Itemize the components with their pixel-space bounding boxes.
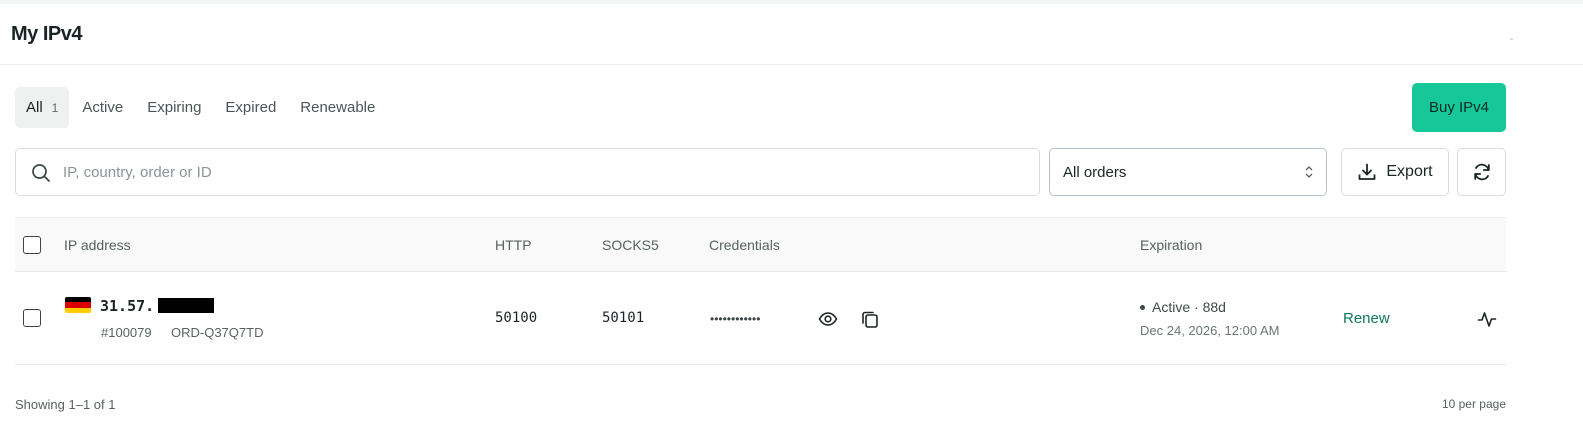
germany-flag-icon (65, 297, 91, 313)
pagination-summary: Showing 1–1 of 1 (15, 397, 116, 412)
tab-active-label: Active (82, 99, 124, 116)
column-ip-address: IP address (64, 237, 131, 253)
export-button[interactable]: Export (1341, 148, 1449, 196)
tab-expiring[interactable]: Expiring (136, 87, 212, 128)
tab-renewable-label: Renewable (300, 99, 376, 116)
ip-address: 31.57. (100, 297, 155, 315)
column-credentials: Credentials (709, 237, 780, 253)
header-corner-mark: - (1510, 34, 1514, 45)
activity-button[interactable] (1477, 309, 1497, 334)
ip-table: IP address HTTP SOCKS5 Credentials Expir… (15, 217, 1506, 365)
socks5-port: 50101 (602, 310, 645, 326)
tab-renewable[interactable]: Renewable (289, 87, 386, 128)
copy-credentials-button[interactable] (860, 309, 880, 334)
expiration-date: Dec 24, 2026, 12:00 AM (1140, 323, 1280, 338)
tab-expired[interactable]: Expired (214, 87, 287, 128)
status-badge: Active · 88d (1140, 299, 1226, 315)
export-label: Export (1386, 163, 1433, 180)
table-row: 31.57. #100079 ORD-Q37Q7TD 50100 50101 •… (15, 272, 1506, 365)
renew-link[interactable]: Renew (1343, 310, 1390, 327)
column-http: HTTP (495, 237, 532, 253)
copy-icon (862, 311, 878, 328)
refresh-icon (1473, 163, 1490, 181)
select-all-checkbox[interactable] (23, 236, 41, 254)
orders-filter-select[interactable]: All orders (1049, 148, 1327, 196)
status-dot (1140, 304, 1145, 310)
ip-redaction (158, 298, 214, 313)
tab-all-label: All (26, 99, 43, 116)
eye-icon (818, 312, 838, 326)
tab-expired-label: Expired (225, 99, 277, 116)
column-socks5: SOCKS5 (602, 237, 659, 253)
search-icon (32, 164, 50, 182)
page-header: My IPv4 - (0, 4, 1583, 65)
buy-ipv4-button[interactable]: Buy IPv4 (1412, 83, 1506, 132)
order-ref: ORD-Q37Q7TD (171, 325, 264, 340)
tab-expiring-label: Expiring (147, 99, 202, 116)
table-header: IP address HTTP SOCKS5 Credentials Expir… (15, 217, 1506, 272)
tab-active[interactable]: Active (71, 87, 134, 128)
status-text: Active · 88d (1152, 299, 1226, 315)
credentials-masked: •••••••••••• (710, 312, 761, 326)
order-id: #100079 (101, 325, 152, 340)
page-title: My IPv4 (11, 23, 82, 45)
search-input[interactable] (63, 150, 1023, 194)
http-port: 50100 (495, 310, 538, 326)
orders-filter-value: All orders (1063, 163, 1127, 181)
activity-icon (1477, 312, 1497, 327)
tab-all-count: 1 (51, 100, 59, 115)
column-expiration: Expiration (1140, 237, 1203, 253)
per-page-selector[interactable]: 10 per page (1442, 397, 1506, 411)
chevron-updown-icon (1305, 166, 1313, 178)
filter-tabs: All 1 Active Expiring Expired Renewable (15, 87, 388, 128)
refresh-button[interactable] (1457, 148, 1506, 196)
show-credentials-button[interactable] (818, 309, 838, 334)
tab-all[interactable]: All 1 (15, 87, 70, 128)
row-checkbox[interactable] (23, 309, 41, 327)
search-box (15, 148, 1040, 196)
download-icon (1358, 163, 1376, 180)
